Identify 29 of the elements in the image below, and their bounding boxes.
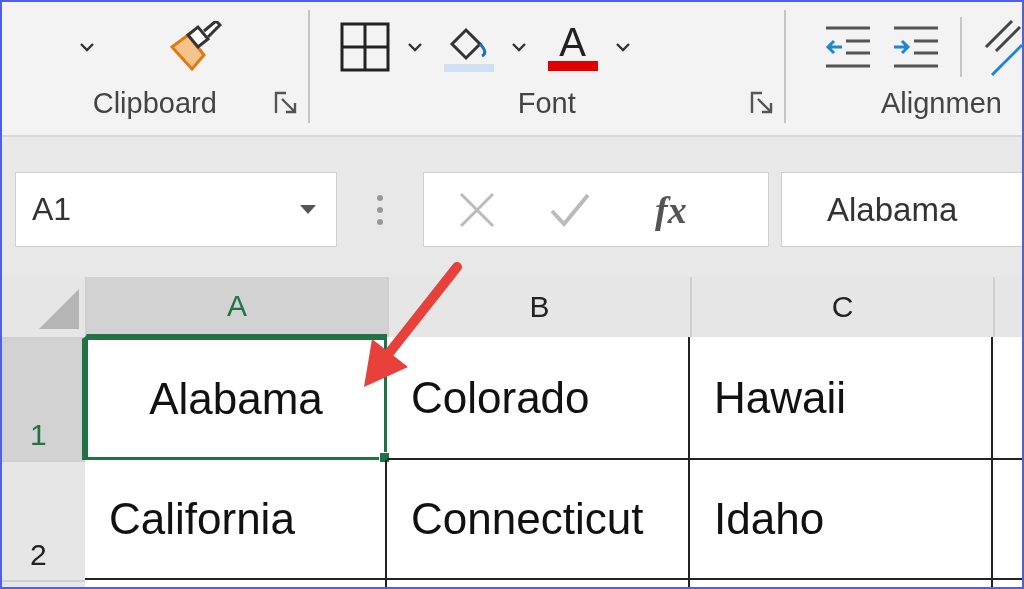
- fill-handle[interactable]: [379, 452, 390, 463]
- decrease-indent-icon[interactable]: [824, 24, 872, 69]
- formula-input[interactable]: Alabama: [781, 172, 1022, 247]
- name-box[interactable]: A1: [15, 172, 337, 247]
- table-cell[interactable]: Connecticut: [387, 460, 690, 580]
- dropdown-icon[interactable]: [300, 204, 316, 215]
- insert-function-button[interactable]: fx: [655, 187, 687, 232]
- row-header[interactable]: 1: [2, 337, 85, 460]
- table-cell[interactable]: California: [85, 460, 387, 580]
- column-header[interactable]: C: [690, 277, 993, 337]
- caret-icon[interactable]: [509, 40, 528, 53]
- increase-indent-icon[interactable]: [892, 24, 940, 69]
- group-label: Alignmen: [881, 86, 1002, 120]
- caret-icon[interactable]: [78, 40, 96, 53]
- table-cell[interactable]: Idaho: [690, 460, 993, 580]
- table-cell[interactable]: Hawaii: [690, 337, 993, 460]
- row-header[interactable]: 2: [2, 460, 85, 580]
- group-label: Font: [517, 86, 576, 120]
- group-label: Clipboard: [92, 86, 217, 120]
- borders-icon[interactable]: [339, 21, 390, 72]
- column-header[interactable]: B: [387, 277, 690, 337]
- column-header[interactable]: A: [85, 277, 387, 337]
- caret-icon[interactable]: [613, 40, 632, 53]
- table-cell[interactable]: Alabama: [85, 337, 387, 460]
- launcher-icon[interactable]: [273, 91, 298, 115]
- launcher-icon[interactable]: [750, 91, 774, 115]
- caret-icon[interactable]: [405, 40, 424, 53]
- drag-handle-icon[interactable]: [377, 194, 383, 225]
- cell-reference: A1: [32, 191, 72, 228]
